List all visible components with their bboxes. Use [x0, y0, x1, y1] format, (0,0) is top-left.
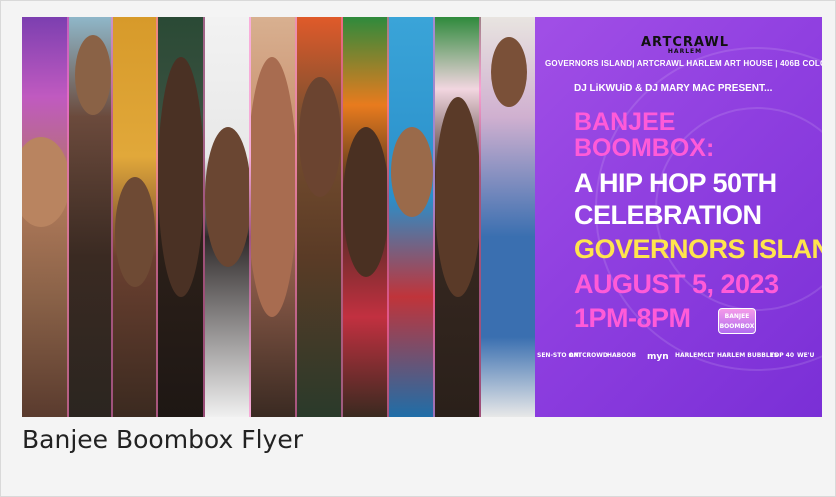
photo-collage [22, 17, 535, 417]
collage-strip [389, 17, 435, 417]
event-title-line2: BOOMBOX: [574, 134, 715, 162]
sponsor-logo: HARLEM BUBBLES [717, 352, 779, 359]
artcrawl-logo: ARTCRAWL HARLEM [640, 35, 729, 55]
sponsor-logo: TOP 40 [770, 352, 795, 359]
collage-strip [158, 17, 205, 417]
flyer-image[interactable]: ARTCRAWL HARLEM GOVERNORS ISLAND| ARTCRA… [22, 17, 822, 417]
sponsor-logo: WE'U [797, 352, 815, 359]
collage-strip [435, 17, 481, 417]
flyer-card: ARTCRAWL HARLEM GOVERNORS ISLAND| ARTCRA… [0, 0, 836, 497]
collage-strip [113, 17, 158, 417]
venue-line: GOVERNORS ISLAND| ARTCRAWL HARLEM ART HO… [545, 59, 822, 68]
event-poster: ARTCRAWL HARLEM GOVERNORS ISLAND| ARTCRA… [535, 17, 822, 417]
image-caption: Banjee Boombox Flyer [22, 425, 303, 454]
event-time: 1PM-8PM [574, 303, 691, 333]
headline-line1: A HIP HOP 50TH [574, 168, 777, 198]
collage-strip [481, 17, 535, 417]
sponsor-logos: SEN-STO ONI ARTCROWD HABOOB myn HARLEMCL… [535, 352, 822, 374]
collage-strip [251, 17, 297, 417]
event-date: AUGUST 5, 2023 [574, 269, 779, 299]
collage-strip [22, 17, 69, 417]
sponsor-logo: ARTCROWD [569, 352, 608, 359]
collage-strip [297, 17, 343, 417]
collage-strip [343, 17, 389, 417]
collage-strip [69, 17, 113, 417]
sponsor-logo: myn [647, 352, 669, 362]
headline-line2: CELEBRATION [574, 200, 762, 230]
sponsor-logo: HARLEMCLT [675, 352, 715, 359]
event-title-line1: BANJEE [574, 108, 676, 136]
presenters-line: DJ LiKWUiD & DJ MARY MAC PRESENT... [574, 83, 773, 94]
boombox-badge: BANJEE BOOMBOX [718, 308, 756, 334]
event-location: GOVERNORS ISLAND [574, 234, 822, 264]
collage-strip [205, 17, 251, 417]
sponsor-logo: HABOOB [607, 352, 637, 359]
